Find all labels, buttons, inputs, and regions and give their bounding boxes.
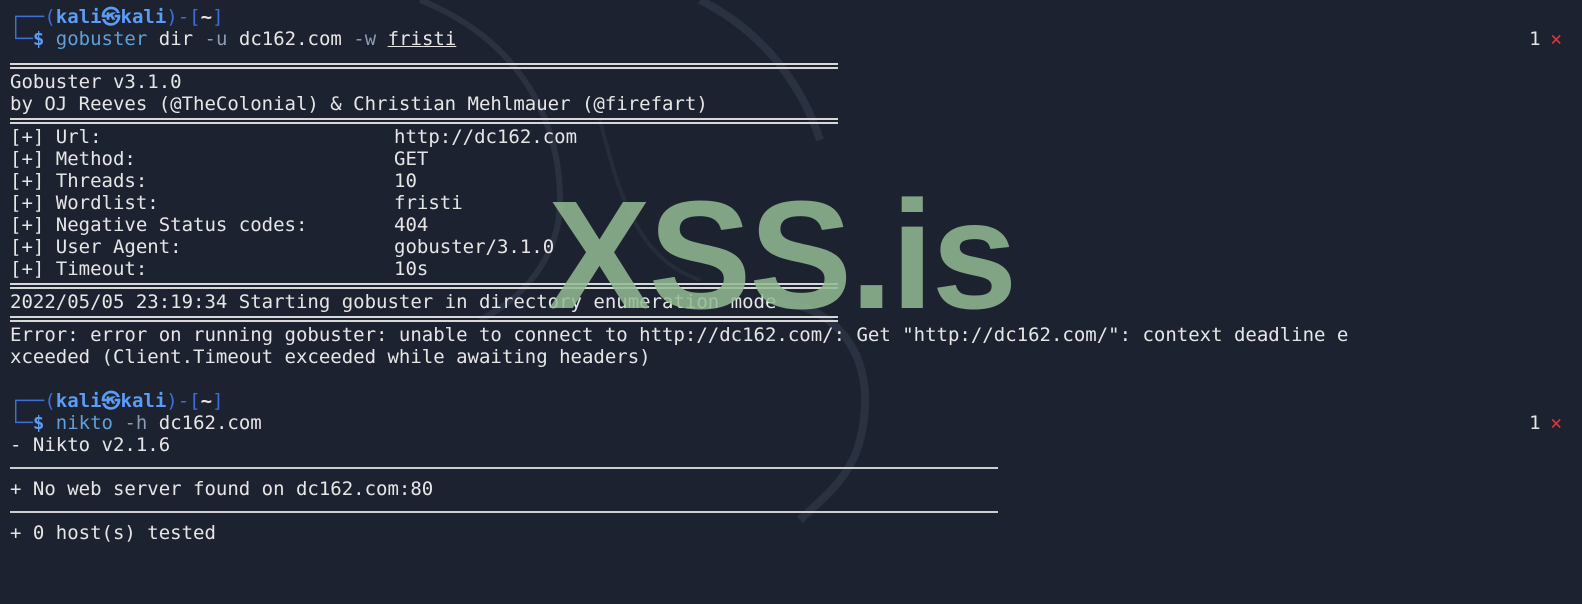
prompt-header: ┌──(kali㉿kali)-[~] xyxy=(10,6,224,28)
watermark-logo: XSS.is xyxy=(548,169,1017,341)
error-x-icon: ✕ xyxy=(1550,412,1562,434)
nikto-result: + No web server found on dc162.com:80 xyxy=(10,478,434,500)
separator xyxy=(10,500,1570,522)
exit-status: 1 ✕ xyxy=(1529,28,1562,50)
gobuster-authors: by OJ Reeves (@TheColonial) & Christian … xyxy=(10,93,708,115)
command-line-gobuster: └─$ gobuster dir -u dc162.com -w fristi … xyxy=(10,28,1562,50)
separator xyxy=(10,115,1570,126)
nikto-version: - Nikto v2.1.6 xyxy=(10,434,171,456)
exit-status: 1 ✕ xyxy=(1529,412,1562,434)
gobuster-title: Gobuster v3.1.0 xyxy=(10,71,182,93)
error-message-line2: xceeded (Client.Timeout exceeded while a… xyxy=(10,346,651,368)
option-row: [+] Method: GET xyxy=(10,148,429,170)
error-x-icon: ✕ xyxy=(1550,28,1562,50)
command-name: nikto xyxy=(55,412,113,434)
separator xyxy=(10,456,1570,478)
prompt-header: ┌──(kali㉿kali)-[~] xyxy=(10,390,224,412)
command-line-nikto: └─$ nikto -h dc162.com 1 ✕ xyxy=(10,412,1562,434)
option-row: [+] Url: http://dc162.com xyxy=(10,126,578,148)
separator xyxy=(10,60,1570,71)
nikto-tested: + 0 host(s) tested xyxy=(10,522,216,544)
command-name: gobuster xyxy=(55,28,148,50)
